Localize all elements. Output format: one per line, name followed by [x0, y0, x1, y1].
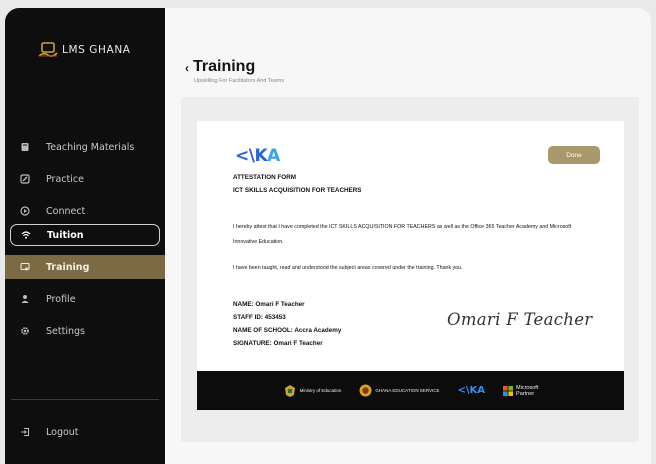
school-name: NAME OF SCHOOL: Accra Academy [233, 327, 342, 334]
gear-icon [16, 326, 34, 336]
sidebar-item-settings[interactable]: Settings [10, 320, 160, 342]
attestation-text-line1: I hereby attest that I have completed th… [233, 224, 572, 230]
sidebar-item-label: Connect [46, 205, 86, 217]
brand-name: LMS GHANA [62, 44, 131, 56]
attestation-document: <\KA Done ATTESTATION FORM ICT SKILLS AC… [197, 121, 624, 410]
brand-logo[interactable]: LMS GHANA [38, 41, 131, 59]
aka-footer-logo: <\KA [457, 385, 486, 396]
sidebar-item-connect[interactable]: Connect [10, 200, 160, 222]
ges-logo: GHANA EDUCATION SERVICE [359, 384, 440, 397]
handwritten-signature: Omari F Teacher [447, 310, 593, 329]
staff-id: STAFF ID: 453453 [233, 314, 286, 321]
book-icon [16, 142, 34, 152]
done-button[interactable]: Done [548, 146, 600, 164]
sidebar-item-label: Tuition [47, 229, 84, 241]
laptop-icon [38, 42, 58, 57]
microsoft-partner-logo: Microsoft Partner [503, 385, 538, 397]
sidebar-item-training[interactable]: Training [5, 255, 165, 279]
form-heading: ATTESTATION FORM [233, 174, 296, 181]
main-content: ‹ Training Upskilling For Facilitators A… [165, 8, 651, 464]
sidebar-item-teaching-materials[interactable]: Teaching Materials [10, 136, 160, 158]
certificate-icon [16, 262, 34, 272]
user-icon [16, 294, 34, 304]
attestation-text-para2: I have been taught, read and understood … [233, 265, 463, 271]
sidebar-item-label: Profile [46, 293, 76, 305]
back-chevron-icon[interactable]: ‹ [185, 61, 189, 75]
sidebar-item-profile[interactable]: Profile [10, 288, 160, 310]
coat-of-arms-icon [284, 384, 295, 397]
attestation-text-line2: Innovative Education. [233, 239, 284, 245]
microsoft-icon [503, 385, 514, 396]
ges-emblem-icon [359, 384, 372, 397]
signature-label: SIGNATURE: Omari F Teacher [233, 340, 323, 347]
connect-icon [16, 206, 34, 216]
page-subtitle: Upskilling For Facilitators And Teams [194, 78, 285, 84]
partner-logo-bar: Ministry of Education GHANA EDUCATION SE… [197, 371, 624, 410]
sidebar-item-label: Settings [46, 325, 85, 337]
aka-logo: <\KA [235, 146, 280, 166]
sidebar-item-label: Teaching Materials [46, 141, 135, 153]
form-subheading: ICT SKILLS ACQUISITION FOR TEACHERS [233, 187, 362, 194]
sidebar-divider [11, 399, 159, 400]
sidebar-item-tuition[interactable]: Tuition [10, 224, 160, 246]
sidebar: LMS GHANA Teaching Materials Practice Co… [5, 8, 165, 464]
pencil-icon [16, 174, 34, 184]
page-title: Training [193, 58, 256, 75]
app-window: LMS GHANA Teaching Materials Practice Co… [5, 8, 651, 464]
teacher-name: NAME: Omari F Teacher [233, 301, 305, 308]
wifi-icon [17, 230, 35, 240]
sidebar-item-label: Practice [46, 173, 84, 185]
logout-icon [16, 427, 34, 437]
sidebar-item-practice[interactable]: Practice [10, 168, 160, 190]
logout-label: Logout [46, 426, 79, 438]
logout-button[interactable]: Logout [10, 421, 160, 443]
sidebar-item-label: Training [46, 261, 90, 273]
moe-logo: Ministry of Education [283, 384, 341, 398]
